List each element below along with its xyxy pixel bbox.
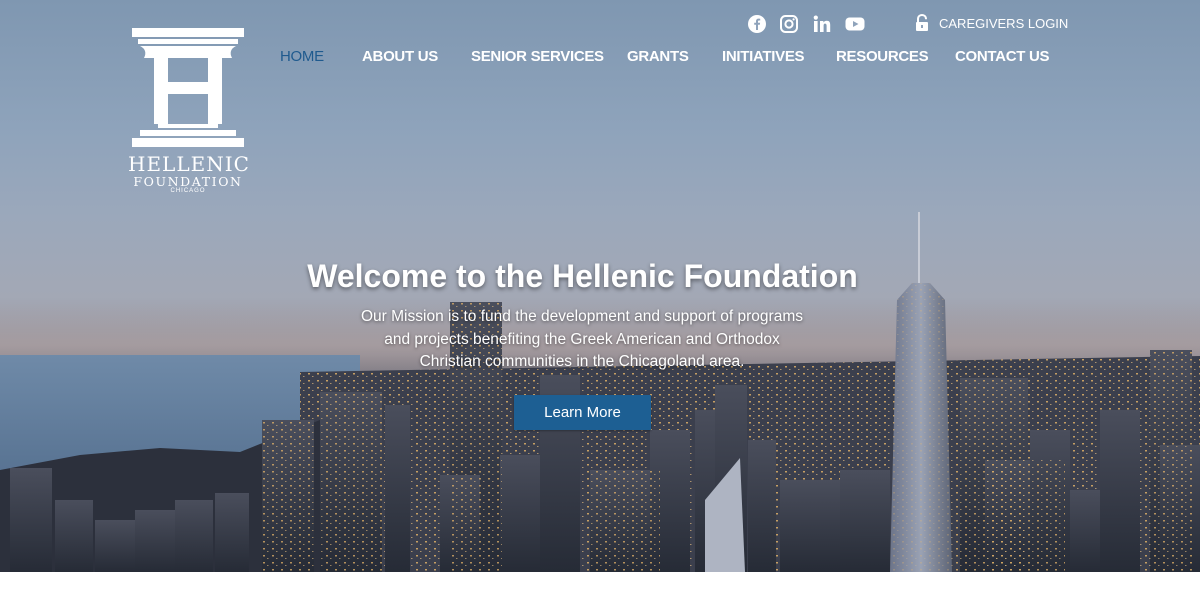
caregivers-login-link[interactable]: CAREGIVERS LOGIN — [914, 13, 1068, 33]
logo-text-foundation: FOUNDATION — [133, 174, 243, 189]
page-bottom-strip — [0, 572, 1200, 600]
nav-about-us[interactable]: ABOUT US — [362, 48, 438, 65]
nav-senior-services[interactable]: SENIOR SERVICES — [471, 48, 604, 65]
logo-text-hellenic: HELLENIC — [128, 152, 250, 176]
nav-initiatives[interactable]: INITIATIVES — [722, 48, 805, 65]
mission-line: and projects benefiting the Greek Americ… — [384, 330, 780, 348]
learn-more-button[interactable]: Learn More — [514, 395, 651, 430]
mission-line: Christian communities in the Chicagoland… — [419, 353, 745, 370]
instagram-icon[interactable] — [779, 14, 799, 36]
logo-text-chicago: CHICAGO — [170, 188, 206, 194]
nav-contact-us[interactable]: CONTACT US — [955, 48, 1050, 65]
hellenic-foundation-logo[interactable]: HELLENIC FOUNDATION CHICAGO — [128, 26, 250, 198]
mission-statement: Our Mission is to fund the development a… — [332, 306, 832, 374]
linkedin-icon[interactable] — [812, 14, 832, 36]
nav-resources[interactable]: RESOURCES — [836, 48, 929, 65]
column-logo-icon — [132, 28, 244, 147]
facebook-icon[interactable] — [747, 14, 767, 36]
nav-grants[interactable]: GRANTS — [627, 48, 689, 65]
mission-line: Our Mission is to fund the development a… — [361, 308, 803, 325]
lock-icon — [916, 14, 928, 31]
hero-title: Welcome to the Hellenic Foundation — [307, 258, 858, 294]
caregivers-login-label: CAREGIVERS LOGIN — [939, 15, 1069, 31]
youtube-icon[interactable] — [845, 14, 865, 36]
nav-home[interactable]: HOME — [280, 48, 324, 65]
